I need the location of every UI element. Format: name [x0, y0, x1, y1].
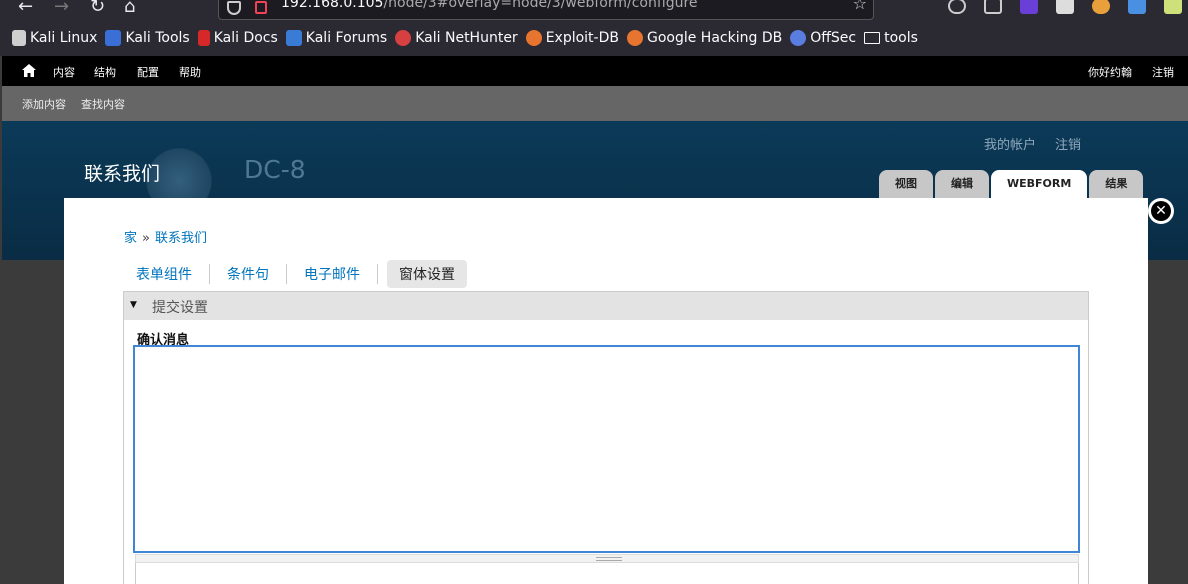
bookmark-kali-linux[interactable]: Kali Linux	[12, 30, 97, 46]
exploit-db-icon	[525, 30, 542, 46]
bookmark-label: tools	[884, 30, 918, 46]
shortcut-bar: 添加内容 查找内容	[2, 86, 1188, 121]
extension-icon[interactable]	[1128, 0, 1146, 14]
collapse-arrow-icon[interactable]: ▼	[130, 300, 137, 310]
admin-menu-content[interactable]: 内容	[53, 64, 75, 80]
extension-icon[interactable]	[1020, 0, 1038, 14]
breadcrumb-separator: »	[142, 231, 150, 246]
tab-results[interactable]: 结果	[1089, 170, 1144, 198]
bookmark-google-hacking-db[interactable]: Google Hacking DB	[626, 30, 783, 46]
extension-icon[interactable]	[1092, 0, 1110, 14]
admin-menu-structure[interactable]: 结构	[94, 64, 116, 80]
webform-subtabs: 表单组件 条件句 电子邮件 窗体设置	[124, 260, 467, 288]
subtab-divider	[286, 264, 287, 284]
fieldset-legend[interactable]: ▼ 提交设置	[124, 292, 1088, 320]
bookmark-label: OffSec	[810, 30, 857, 46]
kali-dragon-icon	[12, 30, 26, 46]
bookmark-label: Exploit-DB	[545, 30, 619, 46]
insecure-lock-icon[interactable]	[255, 1, 267, 14]
url-bar[interactable]: 192.168.0.105/node/3#overlay=node/3/webf…	[218, 0, 874, 20]
extension-icon[interactable]	[1056, 0, 1074, 14]
admin-user-greeting[interactable]: 你好约翰	[1088, 64, 1132, 80]
bookmark-kali-docs[interactable]: Kali Docs	[197, 30, 278, 46]
overlay-panel: 家 » 联系我们 表单组件 条件句 电子邮件 窗体设置 ▼ 提交设置 确认消息	[64, 198, 1148, 584]
pocket-icon[interactable]	[948, 0, 966, 14]
node-tabs: 视图 编辑 WEBFORM 结果	[879, 170, 1144, 198]
url-path: /node/3#overlay=node/3/webform/configure	[383, 0, 698, 11]
bookmark-exploit-db[interactable]: Exploit-DB	[525, 30, 619, 46]
bookmark-star-icon[interactable]: ☆	[853, 0, 867, 13]
offsec-icon	[790, 30, 807, 46]
kali-forums-icon	[285, 30, 302, 46]
grippie-lines-icon	[596, 557, 622, 561]
url-host: 192.168.0.105	[281, 0, 384, 11]
kali-tools-icon	[105, 30, 122, 46]
subtab-form-settings[interactable]: 窗体设置	[387, 260, 467, 288]
back-icon[interactable]: ←	[18, 0, 33, 16]
admin-logout-link[interactable]: 注销	[1152, 64, 1174, 80]
breadcrumb-home[interactable]: 家	[124, 231, 137, 246]
subtab-conditionals[interactable]: 条件句	[215, 260, 281, 288]
bookmark-label: Kali Forums	[305, 30, 388, 46]
tab-edit[interactable]: 编辑	[935, 170, 989, 198]
subtab-emails[interactable]: 电子邮件	[292, 260, 372, 288]
admin-menu-configuration[interactable]: 配置	[137, 64, 159, 80]
forward-icon[interactable]: →	[54, 0, 69, 16]
textarea-resize-grippie[interactable]	[135, 554, 1079, 563]
reload-icon[interactable]: ↻	[90, 0, 105, 16]
extension-icons	[948, 0, 1182, 14]
subtab-form-components[interactable]: 表单组件	[124, 260, 204, 288]
kali-docs-icon	[197, 30, 210, 46]
breadcrumb: 家 » 联系我们	[124, 227, 207, 246]
bookmark-label: Kali Docs	[213, 30, 278, 46]
subtab-divider	[377, 264, 378, 284]
account-icon[interactable]	[984, 0, 1002, 14]
site-name[interactable]: DC-8	[244, 155, 306, 184]
format-selector-box	[135, 563, 1079, 584]
bookmark-label: Kali Linux	[30, 30, 98, 46]
bookmark-kali-nethunter[interactable]: Kali NetHunter	[395, 30, 518, 46]
browser-toolbar: ← → ↻ ⌂ 192.168.0.105/node/3#overlay=nod…	[0, 0, 1188, 20]
bookmarks-bar: Kali Linux Kali Tools Kali Docs Kali For…	[0, 20, 1188, 56]
ghdb-icon	[626, 30, 643, 46]
tracking-protection-icon[interactable]	[227, 1, 241, 15]
folder-icon	[864, 32, 881, 44]
home-icon[interactable]: ⌂	[124, 0, 135, 16]
confirmation-message-textarea[interactable]	[133, 345, 1080, 553]
fieldset-title[interactable]: 提交设置	[152, 297, 208, 317]
shortcut-add-content[interactable]: 添加内容	[22, 96, 66, 112]
bookmark-label: Google Hacking DB	[646, 30, 783, 46]
close-icon: ✕	[1151, 201, 1171, 221]
bookmark-folder-tools[interactable]: tools	[864, 30, 918, 46]
subtab-divider	[209, 264, 210, 284]
bookmark-label: Kali NetHunter	[415, 30, 518, 46]
page-title: 联系我们	[84, 163, 161, 185]
home-icon[interactable]	[22, 64, 36, 77]
bookmark-kali-forums[interactable]: Kali Forums	[285, 30, 388, 46]
bookmark-label: Kali Tools	[125, 30, 190, 46]
tab-webform[interactable]: WEBFORM	[991, 170, 1088, 198]
admin-menu-help[interactable]: 帮助	[179, 64, 201, 80]
extension-icon[interactable]	[1164, 0, 1182, 14]
breadcrumb-contact[interactable]: 联系我们	[155, 231, 207, 246]
admin-toolbar: 内容 结构 配置 帮助 你好约翰 注销	[2, 56, 1188, 86]
url-text[interactable]: 192.168.0.105/node/3#overlay=node/3/webf…	[281, 0, 698, 11]
bookmark-kali-tools[interactable]: Kali Tools	[105, 30, 190, 46]
overlay-close-button[interactable]: ✕	[1148, 198, 1174, 224]
header-logout-link[interactable]: 注销	[1055, 134, 1081, 153]
shortcut-find-content[interactable]: 查找内容	[81, 96, 125, 112]
my-account-link[interactable]: 我的帐户	[984, 134, 1036, 153]
tab-view[interactable]: 视图	[879, 170, 933, 198]
nethunter-icon	[395, 30, 412, 46]
submission-settings-fieldset: ▼ 提交设置 确认消息	[123, 291, 1089, 584]
bookmark-offsec[interactable]: OffSec	[790, 30, 856, 46]
